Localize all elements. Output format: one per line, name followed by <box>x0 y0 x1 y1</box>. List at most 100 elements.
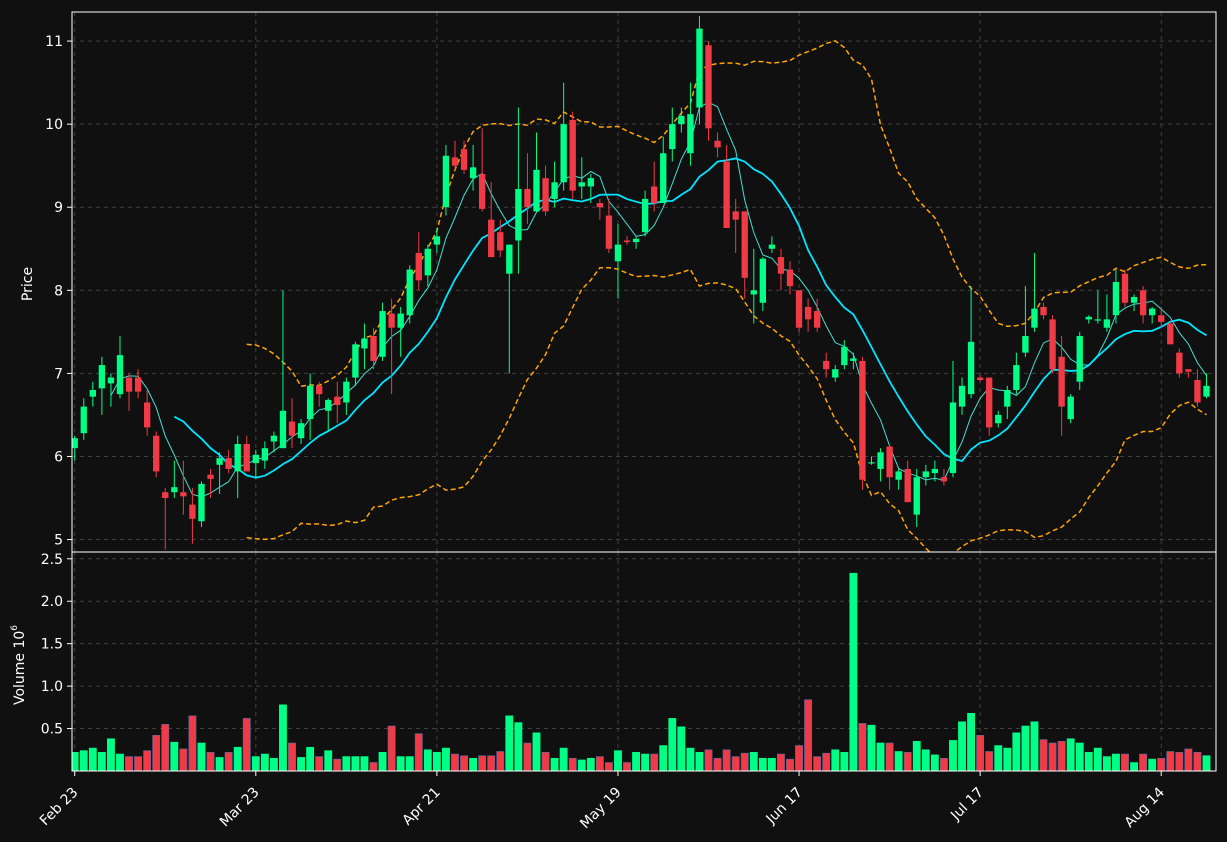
volume-bar <box>188 715 197 771</box>
candle-body <box>1112 282 1120 316</box>
candle-body <box>442 155 450 208</box>
volume-bar <box>967 712 976 771</box>
volume-bar <box>233 746 242 771</box>
volume-axis-exponent: 6 <box>10 625 20 631</box>
candle-body <box>841 346 848 366</box>
candlestick <box>406 265 413 324</box>
candlestick <box>1067 394 1074 424</box>
candle-body <box>777 257 785 274</box>
volume-bar <box>1193 752 1202 771</box>
candle-body <box>687 114 694 154</box>
candle-body <box>143 402 151 428</box>
candle-body <box>569 120 576 191</box>
volume-bar <box>478 755 487 771</box>
volume-bar <box>442 747 450 771</box>
candle-body <box>1121 273 1129 303</box>
candle-body <box>723 161 730 228</box>
candle-body <box>189 504 196 519</box>
volume-bar <box>614 750 622 771</box>
candlestick <box>1121 269 1129 307</box>
candle-body <box>859 360 866 480</box>
candle-body <box>533 169 540 212</box>
volume-bar <box>623 762 631 771</box>
candle-body <box>995 414 1002 424</box>
candle-body <box>1139 290 1147 316</box>
volume-ytick-label: 2.5 <box>41 552 63 568</box>
volume-bar <box>505 715 514 771</box>
candle-body <box>116 355 124 395</box>
candlestick <box>379 302 386 361</box>
candle-body <box>497 232 504 251</box>
volume-bar <box>288 742 296 771</box>
price-ytick-label: 7 <box>54 366 63 382</box>
candle-body <box>823 360 830 370</box>
volume-bar <box>858 723 867 771</box>
volume-bar <box>1039 739 1048 771</box>
volume-bar <box>161 724 170 771</box>
candle-body <box>741 211 748 278</box>
candle-body <box>949 402 957 474</box>
volume-bar <box>387 725 396 771</box>
volume-bar <box>405 756 414 771</box>
volume-bar <box>1166 751 1175 771</box>
volume-bar <box>414 733 423 771</box>
candlestick <box>1167 321 1174 345</box>
volume-bar <box>315 756 324 771</box>
volume-bar <box>224 752 233 771</box>
volume-bar <box>469 757 478 771</box>
candle-body <box>107 377 115 384</box>
volume-bar <box>958 721 966 771</box>
volume-bar <box>378 752 387 771</box>
volume-bar <box>731 756 740 771</box>
volume-bar <box>713 757 722 771</box>
price-ytick-label: 8 <box>54 283 63 299</box>
candle-body <box>134 377 142 392</box>
candle-body <box>696 28 703 108</box>
price-ytick-label: 10 <box>45 117 63 133</box>
volume-bar <box>541 752 550 771</box>
volume-bar <box>1093 747 1102 771</box>
candle-body <box>424 248 431 276</box>
candle-body <box>252 454 259 464</box>
volume-bar <box>1184 748 1193 771</box>
volume-bar <box>97 752 106 771</box>
candle-body <box>343 381 350 403</box>
candle-body <box>89 390 96 397</box>
candle-body <box>397 313 404 328</box>
candle-body <box>279 410 287 449</box>
candle-body <box>234 444 241 472</box>
candle-body <box>967 341 975 395</box>
candle-body <box>478 174 486 209</box>
volume-bar <box>903 752 912 771</box>
volume-bar <box>568 757 577 771</box>
candle-body <box>596 203 604 208</box>
volume-bar <box>740 752 749 771</box>
volume-bar <box>822 752 831 771</box>
candle-body <box>850 358 857 361</box>
candle-body <box>388 313 395 328</box>
candle-body <box>1167 323 1174 345</box>
volume-bar <box>351 756 360 771</box>
volume-bar <box>1202 755 1211 771</box>
candle-body <box>732 211 739 220</box>
volume-bar <box>849 572 858 771</box>
volume-bar <box>777 753 785 771</box>
volume-ytick-label: 1.5 <box>41 637 63 653</box>
candle-body <box>1085 316 1092 320</box>
candle-body <box>768 244 776 249</box>
candle-body <box>958 385 966 407</box>
candle-body <box>469 167 477 179</box>
volume-bar <box>586 757 595 771</box>
volume-bar <box>1175 752 1184 771</box>
volume-ytick-label: 0.5 <box>41 722 63 738</box>
volume-bar <box>1048 742 1057 771</box>
volume-bar <box>659 745 668 771</box>
volume-bar <box>514 722 523 771</box>
chart-svg: 5678910110.51.01.52.02.5Feb 23 Mar 23 Apr … <box>0 0 1227 842</box>
volume-bar <box>1075 742 1084 771</box>
volume-bar <box>460 755 468 771</box>
volume-bar <box>125 756 133 771</box>
candle-body <box>913 477 920 515</box>
candle-body <box>786 269 794 287</box>
volume-bar <box>550 757 559 771</box>
